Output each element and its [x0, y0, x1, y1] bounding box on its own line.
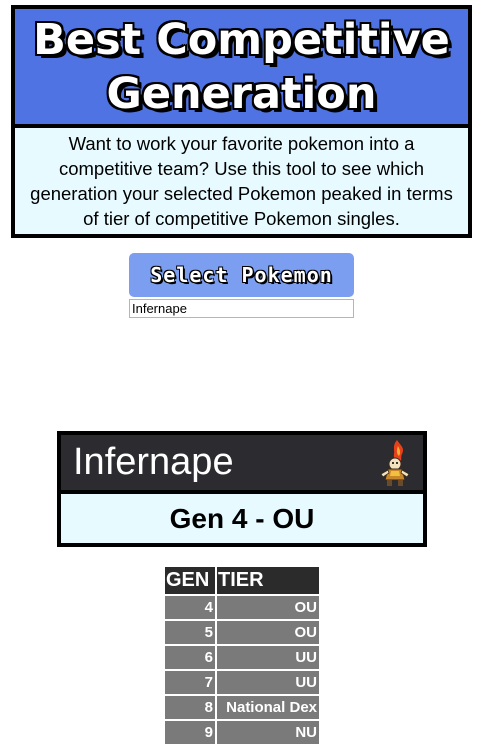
tier-cell: National Dex: [216, 694, 319, 720]
best-generation-text: Gen 4 - OU: [169, 502, 315, 534]
column-header-tier: TIER: [216, 567, 319, 595]
header-panel: Best Competitive Generation Want to work…: [11, 5, 472, 238]
result-best-generation: Gen 4 - OU: [61, 494, 423, 543]
tier-cell: OU: [216, 619, 319, 645]
infernape-sprite-icon: [380, 439, 410, 486]
result-card: Infernape Gen 4 - OU: [57, 431, 427, 547]
result-name-bar: Infernape: [61, 435, 423, 494]
gen-cell: 4: [165, 594, 217, 620]
page-description: Want to work your favorite pokemon into …: [30, 133, 453, 229]
table-row: 5 OU: [165, 619, 319, 645]
tier-cell: NU: [216, 719, 319, 744]
title-area: Best Competitive Generation: [15, 9, 468, 128]
result-pokemon-name: Infernape: [73, 441, 234, 483]
generation-tier-table: GEN TIER 4 OU 5 OU 6 UU 7 UU 8 National …: [165, 567, 319, 744]
table-row: 4 OU: [165, 594, 319, 620]
table-row: 6 UU: [165, 644, 319, 670]
table-row: 7 UU: [165, 669, 319, 695]
description-area: Want to work your favorite pokemon into …: [15, 128, 468, 234]
column-header-gen: GEN: [165, 567, 217, 595]
page-title: Best Competitive Generation: [33, 14, 450, 119]
table-row: 8 National Dex: [165, 694, 319, 720]
gen-cell: 9: [165, 719, 217, 744]
gen-cell: 8: [165, 694, 217, 720]
tier-cell: OU: [216, 594, 319, 620]
gen-cell: 6: [165, 644, 217, 670]
tier-cell: UU: [216, 644, 319, 670]
table-header-row: GEN TIER: [165, 567, 319, 595]
select-pokemon-button[interactable]: Select Pokemon: [129, 253, 354, 297]
table-row: 9 NU: [165, 719, 319, 744]
pokemon-input[interactable]: [129, 299, 354, 318]
gen-cell: 7: [165, 669, 217, 695]
tier-cell: UU: [216, 669, 319, 695]
gen-cell: 5: [165, 619, 217, 645]
